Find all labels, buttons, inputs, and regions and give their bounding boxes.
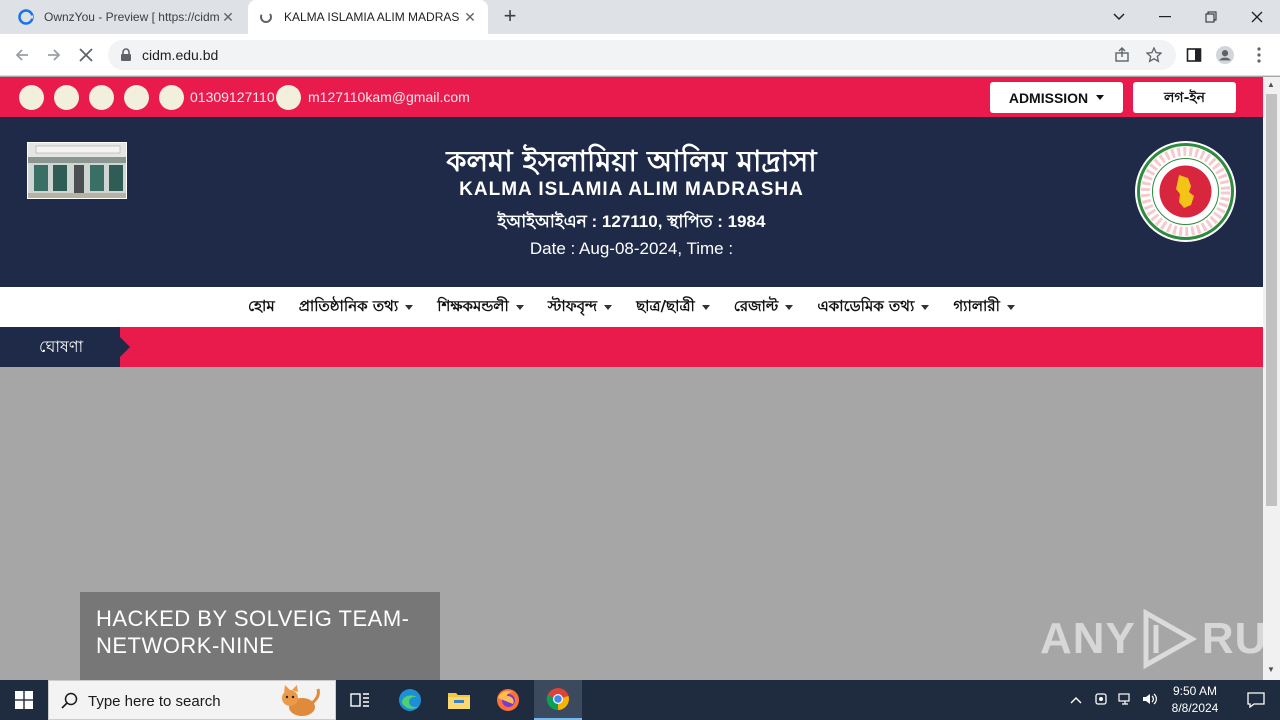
hacked-message-overlay: HACKED BY SOLVEIG TEAM-NETWORK-NINE xyxy=(80,592,440,680)
taskbar-search-box[interactable]: Type here to search xyxy=(48,680,336,720)
contact-topbar: 01309127110 m127110kam@gmail.com ADMISSI… xyxy=(0,77,1263,117)
government-emblem-logo xyxy=(1135,141,1236,242)
lock-icon xyxy=(121,48,131,61)
firefox-icon[interactable] xyxy=(484,680,532,720)
minimize-icon[interactable] xyxy=(1142,0,1188,34)
window-close-icon[interactable] xyxy=(1234,0,1280,34)
chevron-down-icon xyxy=(785,304,794,310)
search-icon xyxy=(61,692,78,709)
browser-tab-ownzyou[interactable]: OwnzYou - Preview [ https://cidm ✕ xyxy=(8,0,246,34)
anyrun-watermark-logo: ANY RUN xyxy=(1040,609,1263,669)
new-tab-plus-icon[interactable]: + xyxy=(498,4,522,28)
main-navigation: হোম প্রাতিষ্ঠানিক তথ্য শিক্ষকমন্ডলী স্টা… xyxy=(0,287,1263,327)
contact-phone: 01309127110 xyxy=(190,89,275,105)
share-icon[interactable] xyxy=(1113,46,1131,64)
tab-title: KALMA ISLAMIA ALIM MADRAS xyxy=(284,10,460,24)
nav-label: স্টাফবৃন্দ xyxy=(547,296,598,315)
tab-close-icon[interactable]: ✕ xyxy=(462,9,478,26)
login-button[interactable]: লগ-ইন xyxy=(1133,82,1236,113)
network-icon[interactable] xyxy=(1118,692,1134,709)
address-bar[interactable]: cidm.edu.bd xyxy=(108,40,1176,70)
onedrive-icon[interactable] xyxy=(1094,692,1108,709)
nav-label: হোম xyxy=(248,296,275,315)
nav-label: গ্যালারী xyxy=(953,296,1000,315)
chevron-down-icon xyxy=(604,304,613,310)
tab-favicon-icon xyxy=(18,9,34,25)
tab-title: OwnzYou - Preview [ https://cidm xyxy=(44,10,220,24)
volume-icon[interactable] xyxy=(1142,692,1158,709)
tab-search-chevron-icon[interactable] xyxy=(1096,0,1142,34)
nav-item-academic-info[interactable]: একাডেমিক তথ্য xyxy=(817,295,930,320)
phone-icon xyxy=(159,85,184,110)
scrollbar-thumb[interactable] xyxy=(1266,94,1277,506)
windows-taskbar: Type here to search 9:50 AM 8/8/2024 xyxy=(0,680,1280,720)
chevron-down-icon xyxy=(1096,95,1105,100)
nav-label: ছাত্র/ছাত্রী xyxy=(636,296,695,315)
browser-tab-strip: OwnzYou - Preview [ https://cidm ✕ KALMA… xyxy=(0,0,1280,34)
browser-tab-kalma[interactable]: KALMA ISLAMIA ALIM MADRAS ✕ xyxy=(248,0,488,34)
page-viewport: 01309127110 m127110kam@gmail.com ADMISSI… xyxy=(0,77,1263,680)
nav-label: শিক্ষকমন্ডলী xyxy=(437,296,509,315)
eiin-established: ইআইআইএন : 127110, স্থাপিত : 1984 xyxy=(497,212,766,231)
chrome-icon[interactable] xyxy=(534,680,582,720)
bookmark-star-icon[interactable] xyxy=(1145,46,1163,64)
taskbar-clock[interactable]: 9:50 AM 8/8/2024 xyxy=(1160,683,1230,717)
edge-browser-icon[interactable] xyxy=(386,680,434,720)
url-text: cidm.edu.bd xyxy=(142,47,219,63)
forward-arrow-icon[interactable] xyxy=(42,43,66,67)
youtube-icon[interactable] xyxy=(89,85,114,110)
chevron-up-icon[interactable] xyxy=(1070,693,1082,707)
nav-label: রেজাল্ট xyxy=(733,296,779,315)
nav-item-result[interactable]: রেজাল্ট xyxy=(734,295,794,320)
notification-center-icon[interactable] xyxy=(1232,680,1280,720)
chevron-down-icon xyxy=(921,304,930,310)
back-arrow-icon[interactable] xyxy=(10,43,34,67)
institution-title-english: KALMA ISLAMIA ALIM MADRASHA xyxy=(459,179,804,200)
file-explorer-icon[interactable] xyxy=(435,680,483,720)
chevron-down-icon xyxy=(405,304,414,310)
chevron-down-icon xyxy=(1006,304,1015,310)
facebook-icon[interactable] xyxy=(19,85,44,110)
restore-icon[interactable] xyxy=(1188,0,1234,34)
notice-ticker-bar: ঘোষণা xyxy=(0,327,1263,367)
site-header: কলমা ইসলামিয়া আলিম মাদ্রাসা KALMA ISLAM… xyxy=(0,117,1263,287)
twitter-icon[interactable] xyxy=(54,85,79,110)
notice-label: ঘোষণা xyxy=(0,327,130,367)
login-label: লগ-ইন xyxy=(1163,89,1206,106)
linkedin-icon[interactable] xyxy=(124,85,149,110)
date-time: Date : Aug-08-2024, Time : xyxy=(529,239,734,258)
nav-item-teachers[interactable]: শিক্ষকমন্ডলী xyxy=(437,295,524,320)
chevron-down-icon xyxy=(515,304,524,310)
nav-item-home[interactable]: হোম xyxy=(248,295,275,320)
nav-item-institutional-info[interactable]: প্রাতিষ্ঠানিক তথ্য xyxy=(299,295,414,320)
chevron-down-icon xyxy=(701,304,710,310)
email-icon xyxy=(276,85,301,110)
browser-toolbar: cidm.edu.bd xyxy=(0,34,1280,76)
nav-item-gallery[interactable]: গ্যালারী xyxy=(953,295,1015,320)
admission-dropdown-button[interactable]: ADMISSION xyxy=(990,82,1123,113)
scroll-down-arrow-icon[interactable]: ▼ xyxy=(1267,665,1275,674)
nav-item-staff[interactable]: স্টাফবৃন্দ xyxy=(547,295,613,320)
page-scrollbar[interactable]: ▲ ▼ xyxy=(1263,77,1280,680)
search-placeholder: Type here to search xyxy=(88,693,221,710)
admission-label: ADMISSION xyxy=(1008,89,1089,106)
contact-email[interactable]: m127110kam@gmail.com xyxy=(308,89,470,105)
loading-favicon-icon xyxy=(260,11,272,23)
side-panel-icon[interactable] xyxy=(1185,46,1203,64)
tab-close-icon[interactable]: ✕ xyxy=(220,9,236,26)
system-tray xyxy=(1070,680,1158,720)
clock-time: 9:50 AM xyxy=(1172,684,1218,698)
nav-label: প্রাতিষ্ঠানিক তথ্য xyxy=(298,296,399,315)
stop-loading-icon[interactable] xyxy=(74,43,98,67)
windows-start-icon[interactable] xyxy=(0,680,48,720)
clock-date: 8/8/2024 xyxy=(1171,701,1219,715)
nav-label: একাডেমিক তথ্য xyxy=(817,296,915,315)
browser-menu-icon[interactable] xyxy=(1250,46,1268,64)
cat-illustration-icon xyxy=(282,685,320,716)
profile-avatar-icon[interactable] xyxy=(1216,46,1234,64)
task-view-icon[interactable] xyxy=(336,680,384,720)
nav-item-students[interactable]: ছাত্র/ছাত্রী xyxy=(636,295,710,320)
scroll-up-arrow-icon[interactable]: ▲ xyxy=(1267,80,1275,89)
